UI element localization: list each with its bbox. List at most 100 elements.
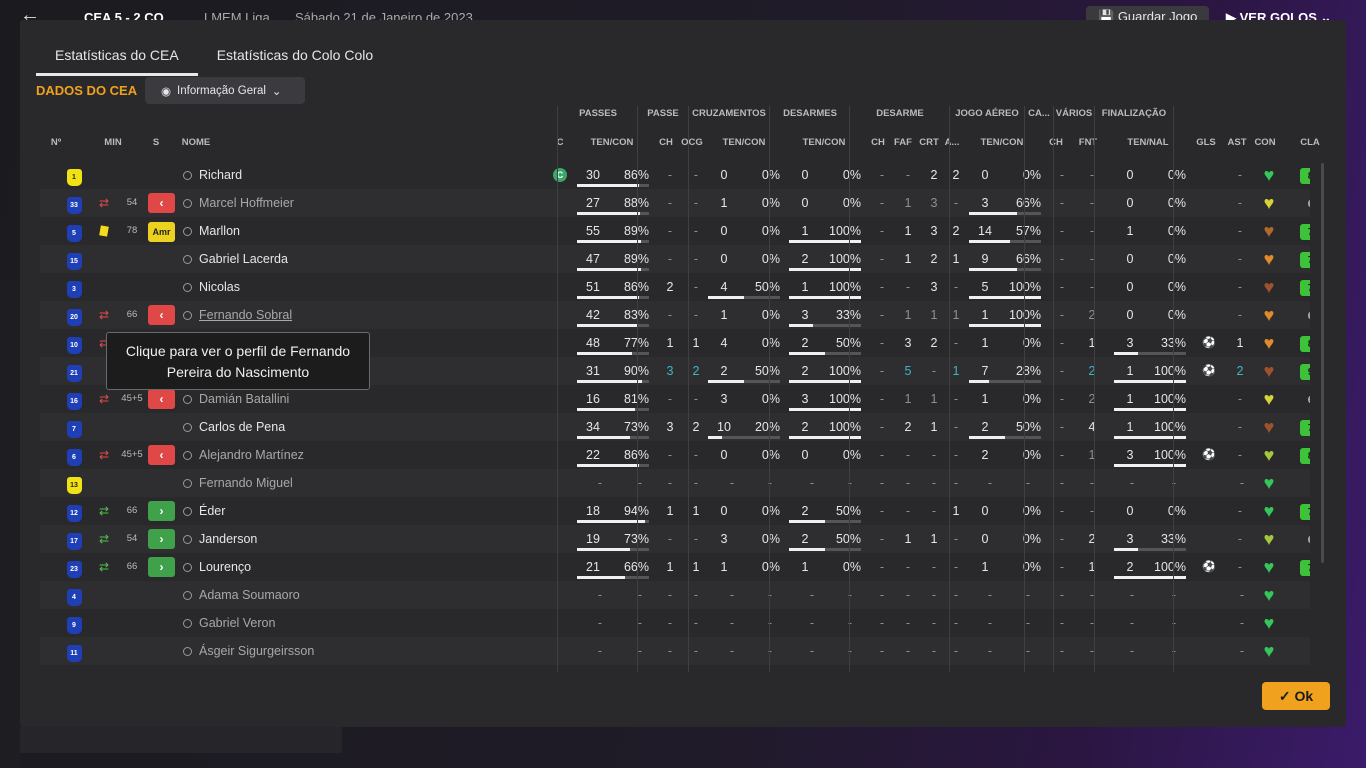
aerial-bar [969, 212, 1017, 215]
sub-minute: 78 [126, 225, 138, 236]
ok-button[interactable]: ✓ Ok [1262, 682, 1330, 710]
status-button[interactable]: › [148, 525, 175, 553]
column-header-num[interactable]: Nº [42, 137, 70, 148]
tab-colo-colo-stats[interactable]: Estatísticas do Colo Colo [198, 46, 392, 76]
table-row[interactable]: 11 Ásgeir Sigurgeirsson - - - - - - - - - - - - - - - - - -… [40, 637, 1310, 665]
column-header-min[interactable]: MIN [98, 137, 128, 148]
column-header-passes[interactable]: TEN/CON [582, 137, 642, 148]
status-button[interactable]: Amr [148, 217, 175, 245]
table-row[interactable]: 578AmrMarllon5589%--00%1100%-1321457%--1… [40, 217, 1310, 245]
sub-out-icon: ⇄ [98, 196, 110, 210]
column-header-gls[interactable]: GLS [1194, 137, 1218, 148]
player-name[interactable]: Fernando Sobral [183, 301, 292, 329]
shots-attempts: 0 [1126, 308, 1134, 322]
shots-percent: 0% [1167, 504, 1186, 518]
player-name[interactable]: Nicolas [183, 273, 240, 301]
chances-created: 1 [692, 504, 700, 518]
table-row[interactable]: 1RichardC3086%--00%00%--2200%--00%-♥8.1 [40, 161, 1310, 189]
status-button[interactable]: ‹ [148, 301, 175, 329]
column-header-crt[interactable]: CRT [918, 137, 940, 148]
column-header-con[interactable]: CON [1252, 137, 1278, 148]
player-name[interactable]: Adama Soumaoro [183, 581, 300, 609]
column-header-name[interactable]: NOME [176, 137, 216, 148]
column-divider [849, 106, 850, 672]
player-rating: 7.0 [1299, 497, 1310, 525]
table-row[interactable]: 17 ⇄ 54 › Janderson 1973% - - 3 0% 250% - 1 1 - 0 0% - 2 33… [40, 525, 1310, 553]
status-button[interactable]: › [148, 553, 175, 581]
column-header-fnt[interactable]: FNT [1076, 137, 1100, 148]
aerial-attempts: 1 [981, 336, 989, 350]
table-row[interactable]: 3Nicolas5186%2-450%1100%--3-5100%--00%-♥… [40, 273, 1310, 301]
column-header-a[interactable]: A... [942, 137, 962, 148]
aerial: 5 100% [969, 273, 1041, 301]
player-name[interactable]: Richard [183, 161, 242, 189]
table-row[interactable]: 33 ⇄ 54 ‹ Marcel Hoffmeier 2788% - - 1 0% 0 0% - 1 3 - 3… [40, 189, 1310, 217]
shirt-number: 4 [62, 581, 86, 609]
chances-created: - [693, 252, 699, 266]
status-button[interactable]: ‹ [148, 441, 175, 469]
table-row[interactable]: 20⇄66‹Fernando Sobral4283%--10%333%-1111… [40, 301, 1310, 329]
shots-bar [1114, 380, 1186, 383]
player-name[interactable]: Éder [183, 497, 225, 525]
column-header-cruz[interactable]: TEN/CON [714, 137, 774, 148]
tab-cea-stats[interactable]: Estatísticas do CEA [36, 46, 198, 76]
table-row[interactable]: 12⇄66›Éder1894%1100%250%---100%--00%-♥7.… [40, 497, 1310, 525]
shots-bar [1114, 576, 1186, 579]
column-header-cla[interactable]: CLA [1294, 137, 1326, 148]
stat-dch: - [879, 532, 885, 546]
arrow-left-icon: ‹ [148, 193, 175, 213]
shirt-number: 12 [62, 497, 86, 525]
table-scrollbar[interactable] [1321, 163, 1324, 563]
player-name[interactable]: Marllon [183, 217, 240, 245]
player-name[interactable]: Ásgeir Sigurgeirsson [183, 637, 314, 665]
table-row[interactable]: 13Fernando Miguel-------------------♥- [40, 469, 1310, 497]
column-header-faf[interactable]: FAF [892, 137, 914, 148]
player-rating: 6.7 [1299, 189, 1310, 217]
player-name[interactable]: Fernando Miguel [183, 469, 293, 497]
view-dropdown[interactable]: ◉ Informação Geral ⌄ [145, 77, 305, 104]
chances-created: - [693, 224, 699, 238]
column-header-ch[interactable]: CH [656, 137, 676, 148]
morale-heart-icon: ♥ [1263, 473, 1275, 493]
table-row[interactable]: 15Gabriel Lacerda4789%--00%2100%-121966%… [40, 245, 1310, 273]
status-button[interactable]: › [148, 497, 175, 525]
column-header-ca-ch[interactable]: CH [1046, 137, 1066, 148]
column-header-s[interactable]: S [144, 137, 168, 148]
player-name[interactable]: Gabriel Veron [183, 609, 275, 637]
passes: 4877% [577, 329, 649, 357]
column-header-c[interactable]: C [548, 137, 572, 148]
key-passes: 3 [666, 364, 674, 378]
passes: 2286% [577, 441, 649, 469]
shirt-icon: 9 [66, 617, 82, 634]
fouls: - [1089, 504, 1095, 518]
player-name[interactable]: Lourenço [183, 553, 251, 581]
table-row[interactable]: 9Gabriel Veron-------------------♥- [40, 609, 1310, 637]
aerial-bar [969, 296, 1041, 299]
player-profile-icon [183, 479, 192, 488]
chances-created: - [693, 308, 699, 322]
rating-value: 9.3 [1300, 364, 1310, 380]
table-row[interactable]: 7Carlos de Pena3473%321020%2100%-21-250%… [40, 413, 1310, 441]
status-button[interactable]: ‹ [148, 189, 175, 217]
column-header-ocg[interactable]: OCG [680, 137, 704, 148]
player-name[interactable]: Janderson [183, 525, 257, 553]
table-row[interactable]: 6⇄45+5‹Alejandro Martínez2286%--00%00%--… [40, 441, 1310, 489]
player-name[interactable]: Carlos de Pena [183, 413, 285, 441]
table-row[interactable]: 23 ⇄ 66 › Lourenço 2166% 1 1 1 0% 1 0% - - - - 1 0% - 1 2100… [40, 553, 1310, 581]
empty-stat-dch: - [879, 476, 885, 490]
player-name[interactable]: Marcel Hoffmeier [183, 189, 294, 217]
rating-value: - [1300, 644, 1310, 660]
fouls: 2 [1088, 364, 1096, 378]
player-name[interactable]: Alejandro Martínez [183, 441, 304, 469]
player-name[interactable]: Gabriel Lacerda [183, 245, 288, 273]
column-header-ast[interactable]: AST [1226, 137, 1248, 148]
rating-value: 6.3 [1300, 532, 1310, 548]
table-row[interactable]: 4Adama Soumaoro-------------------♥- [40, 581, 1310, 609]
aerial: 3 66% [969, 189, 1041, 217]
assists: - [1237, 532, 1243, 546]
column-header-desarmes[interactable]: TEN/CON [794, 137, 854, 148]
column-header-d-ch[interactable]: CH [868, 137, 888, 148]
column-header-final[interactable]: TEN/NAL [1118, 137, 1178, 148]
column-header-aereo[interactable]: TEN/CON [972, 137, 1032, 148]
aerial: 1 100% [969, 301, 1041, 329]
